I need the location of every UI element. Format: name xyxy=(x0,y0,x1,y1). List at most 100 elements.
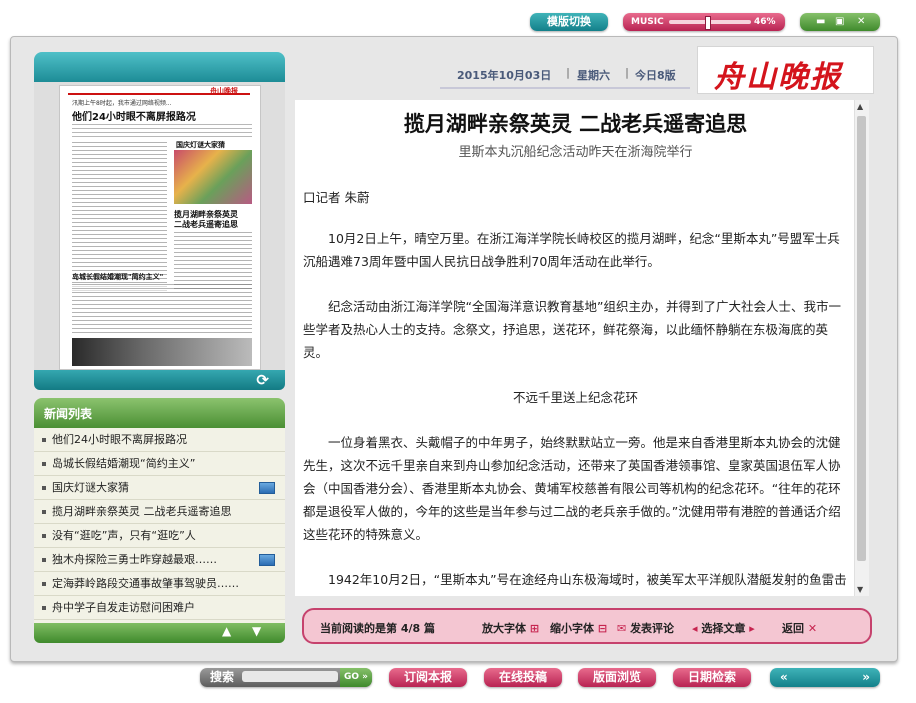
thumbnail-headline: 他们24小时眼不离屏报路况 xyxy=(72,112,196,123)
news-list-title: 新闻列表 xyxy=(34,398,285,428)
separator: | xyxy=(625,66,630,79)
bullet-icon xyxy=(42,558,46,562)
scroll-up-arrow-icon[interactable]: ▲ xyxy=(857,102,863,111)
thumbnail-line: 汛期上午8时起，我市通过网络视频... xyxy=(72,100,172,107)
article-paragraph: 纪念活动由浙江海洋学院“全国海洋意识教育基地”组织主办，并得到了广大社会人士、我… xyxy=(303,299,841,360)
article-title: 揽月湖畔亲祭英灵 二战老兵遥寄追思 xyxy=(403,112,748,136)
page-nav-buttons: « » xyxy=(770,668,880,687)
article-subtitle: 里斯本丸沉船纪念活动昨天在浙海院举行 xyxy=(458,145,693,160)
search-box: 搜索 GO » xyxy=(200,668,372,687)
chevron-right-icon: ▸ xyxy=(749,622,755,635)
article-panel: 揽月湖畔亲祭英灵 二战老兵遥寄追思 里斯本丸沉船纪念活动昨天在浙海院举行 口记者… xyxy=(295,100,869,596)
logo-text: 舟山晚报 xyxy=(714,60,842,95)
scroll-up-icon[interactable]: ▲ xyxy=(222,624,231,638)
bullet-icon xyxy=(42,534,46,538)
news-list-item-text: 没有“逛吃”声，只有“逛吃”人 xyxy=(52,529,196,542)
photo-icon xyxy=(259,554,275,566)
news-list-item[interactable]: 没有“逛吃”声，只有“逛吃”人 xyxy=(34,524,285,548)
chevron-left-icon: ◂ xyxy=(692,622,698,635)
article-paragraph: 一位身着黑衣、头戴帽子的中年男子，始终默默站立一旁。他是来自香港里斯本丸协会的沈… xyxy=(303,435,841,542)
thumbnail-ad xyxy=(72,338,252,366)
plus-icon: ⊞ xyxy=(529,622,540,635)
thumbnail-photo xyxy=(174,150,252,204)
scrollbar-thumb[interactable] xyxy=(857,116,866,561)
refresh-icon[interactable]: ⟳ xyxy=(256,371,269,389)
news-list-item[interactable]: 岛城长假结婚潮现“简约主义” xyxy=(34,452,285,476)
back-button[interactable]: 返回 ✕ xyxy=(782,620,817,636)
window-controls: ▬ ▣ ✕ xyxy=(800,13,880,31)
article-section-heading: 不远千里送上纪念花环 xyxy=(512,390,638,405)
news-list-item[interactable]: 他们24小时眼不离屏报路况 xyxy=(34,428,285,452)
photo-icon xyxy=(259,482,275,494)
next-page-icon[interactable]: » xyxy=(862,668,870,687)
news-list-item[interactable]: 定海莽岭路段交通事故肇事驾驶员…… xyxy=(34,572,285,596)
template-switch-button[interactable]: 模版切换 xyxy=(530,13,608,31)
issue-date: 2015年10月03日 xyxy=(457,69,552,82)
news-list-item[interactable]: 揽月湖畔亲祭英灵 二战老兵遥寄追思 xyxy=(34,500,285,524)
scroll-down-icon[interactable]: ▼ xyxy=(252,624,261,638)
search-input[interactable] xyxy=(242,671,338,682)
article-byline: 口记者 朱蔚 xyxy=(303,190,370,205)
separator: | xyxy=(566,66,571,79)
thumbnail-line: 国庆灯谜大家猜 xyxy=(176,141,225,149)
date-bar: 2015年10月03日 | 星期六 | 今日8版 xyxy=(430,64,690,84)
page-preview-panel: 舟山晚报 汛期上午8时起，我市通过网络视频... 他们24小时眼不离屏报路况 国… xyxy=(34,52,285,390)
thumbnail-line: 岛城长假结婚潮现"简约主义" xyxy=(72,273,164,281)
scroll-down-arrow-icon[interactable]: ▼ xyxy=(857,585,863,594)
minimize-icon[interactable]: ▬ xyxy=(816,13,825,31)
news-list-item-text: 国庆灯谜大家猜 xyxy=(52,481,129,494)
thumbnail-line: 二战老兵遥寄追思 xyxy=(174,220,238,229)
subscribe-button[interactable]: 订阅本报 xyxy=(389,668,467,687)
zoom-in-label: 放大字体 xyxy=(482,622,526,635)
prev-page-icon[interactable]: « xyxy=(780,668,788,687)
news-list: 他们24小时眼不离屏报路况 岛城长假结婚潮现“简约主义” 国庆灯谜大家猜揽月湖畔亲祭… xyxy=(34,428,285,620)
bullet-icon xyxy=(42,462,46,466)
date-bar-underline xyxy=(440,87,690,89)
music-label: MUSIC xyxy=(631,17,664,27)
search-go-button[interactable]: GO » xyxy=(340,668,372,687)
date-search-button[interactable]: 日期检索 xyxy=(673,668,751,687)
news-list-item[interactable]: 舟中学子自发走访慰问困难户 xyxy=(34,596,285,620)
select-article-button[interactable]: ◂ 选择文章 ▸ xyxy=(692,620,755,636)
news-list-item-text: 他们24小时眼不离屏报路况 xyxy=(52,433,187,446)
music-volume-slider[interactable] xyxy=(669,16,751,30)
news-list-item-text: 揽月湖畔亲祭英灵 二战老兵遥寄追思 xyxy=(52,505,232,518)
article-body: 揽月湖畔亲祭英灵 二战老兵遥寄追思 里斯本丸沉船纪念活动昨天在浙海院举行 口记者… xyxy=(303,104,848,588)
news-list-item[interactable]: 国庆灯谜大家猜 xyxy=(34,476,285,500)
music-player: MUSIC 46% xyxy=(623,13,785,31)
article-paragraph: 1942年10月2日，“里斯本丸”号在途经舟山东极海域时，被美军太平洋舰队潜艇发… xyxy=(328,572,847,587)
online-submit-button[interactable]: 在线投稿 xyxy=(484,668,562,687)
newspaper-logo: 舟山晚报 xyxy=(697,46,874,95)
news-list-panel: 新闻列表 他们24小时眼不离屏报路况 岛城长假结婚潮现“简约主义” 国庆灯谜大家猜揽… xyxy=(34,398,285,643)
zoom-out-button[interactable]: 缩小字体 ⊟ xyxy=(550,620,607,636)
zoom-in-button[interactable]: 放大字体 ⊞ xyxy=(482,620,539,636)
news-list-item-text: 舟中学子自发走访慰问困难户 xyxy=(52,601,195,614)
music-volume-handle[interactable] xyxy=(705,16,711,30)
bullet-icon xyxy=(42,510,46,514)
news-list-item-text: 独木舟探险三勇士昨穿越最艰…… xyxy=(52,553,217,566)
news-list-item[interactable]: 独木舟探险三勇士昨穿越最艰…… xyxy=(34,548,285,572)
music-volume-value: 46% xyxy=(754,17,776,27)
bullet-icon xyxy=(42,606,46,610)
page-thumbnail[interactable]: 舟山晚报 汛期上午8时起，我市通过网络视频... 他们24小时眼不离屏报路况 国… xyxy=(59,85,261,370)
issue-weekday: 星期六 xyxy=(577,69,610,82)
bullet-icon xyxy=(42,486,46,490)
maximize-icon[interactable]: ▣ xyxy=(835,13,844,31)
close-icon[interactable]: ✕ xyxy=(857,13,865,31)
issue-pages: 今日8版 xyxy=(635,69,676,82)
comment-button[interactable]: ✉ 发表评论 xyxy=(617,620,674,636)
close-small-icon: ✕ xyxy=(807,622,818,635)
page-browse-button[interactable]: 版面浏览 xyxy=(578,668,656,687)
back-label: 返回 xyxy=(782,622,804,635)
search-label: 搜索 xyxy=(210,670,235,684)
comment-label: 发表评论 xyxy=(630,622,675,635)
article-scrollbar[interactable]: ▲ ▼ xyxy=(854,100,869,596)
bullet-icon xyxy=(42,438,46,442)
article-toolbar: 当前阅读的是第 4/8 篇 放大字体 ⊞ 缩小字体 ⊟ ✉ 发表评论 ◂ 选择文… xyxy=(302,608,872,644)
thumbnail-masthead: 舟山晚报 xyxy=(210,87,238,95)
minus-icon: ⊟ xyxy=(597,622,608,635)
select-article-label: 选择文章 xyxy=(701,622,746,635)
zoom-out-label: 缩小字体 xyxy=(550,622,594,635)
news-list-item-text: 定海莽岭路段交通事故肇事驾驶员…… xyxy=(52,577,239,590)
news-list-item-text: 岛城长假结婚潮现“简约主义” xyxy=(52,457,196,470)
